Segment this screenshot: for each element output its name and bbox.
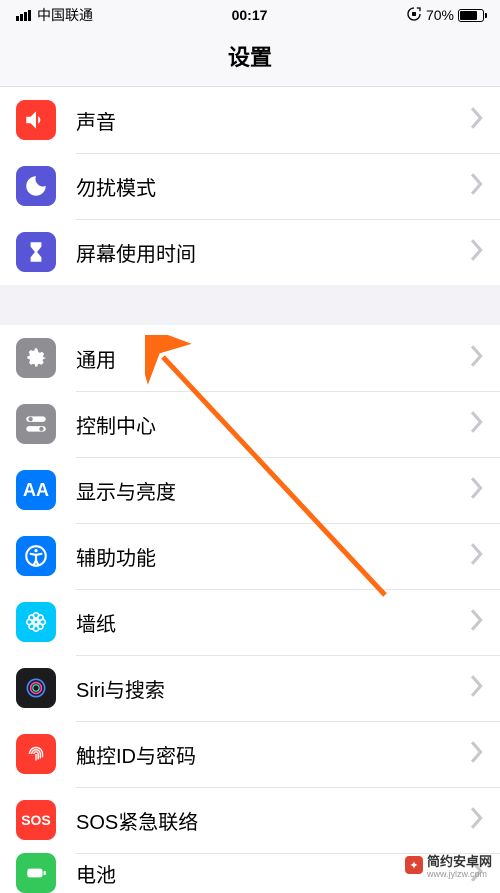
sos-label: SOS紧急联络 bbox=[76, 806, 470, 835]
watermark-url: www.jylzw.com bbox=[427, 870, 492, 879]
chevron-right-icon bbox=[470, 807, 484, 834]
wallpaper-label: 墙纸 bbox=[76, 608, 470, 637]
switches-icon bbox=[16, 404, 56, 444]
chevron-right-icon bbox=[470, 675, 484, 702]
chevron-right-icon bbox=[470, 107, 484, 134]
sounds-label: 声音 bbox=[76, 106, 470, 135]
carrier-label: 中国联通 bbox=[37, 5, 93, 25]
dnd-label: 勿扰模式 bbox=[76, 172, 470, 201]
status-left: 中国联通 bbox=[16, 5, 93, 25]
battery-percent: 70% bbox=[426, 7, 454, 23]
control-center-label: 控制中心 bbox=[76, 410, 470, 439]
status-time: 00:17 bbox=[232, 7, 268, 23]
status-bar: 中国联通 00:17 70% bbox=[0, 0, 500, 30]
sos-row[interactable]: SOS SOS紧急联络 bbox=[0, 787, 500, 853]
chevron-right-icon bbox=[470, 477, 484, 504]
accessibility-label: 辅助功能 bbox=[76, 542, 470, 571]
siri-icon bbox=[16, 668, 56, 708]
chevron-right-icon bbox=[470, 239, 484, 266]
watermark-logo-icon: ✦ bbox=[405, 856, 423, 874]
sounds-row[interactable]: 声音 bbox=[0, 87, 500, 153]
chevron-right-icon bbox=[470, 741, 484, 768]
text-size-icon: AA bbox=[16, 470, 56, 510]
section-gap bbox=[0, 285, 500, 325]
dnd-row[interactable]: 勿扰模式 bbox=[0, 153, 500, 219]
chevron-right-icon bbox=[470, 411, 484, 438]
gear-icon bbox=[16, 338, 56, 378]
rotation-lock-icon bbox=[406, 6, 422, 25]
touchid-label: 触控ID与密码 bbox=[76, 740, 470, 769]
sos-icon: SOS bbox=[16, 800, 56, 840]
hourglass-icon bbox=[16, 232, 56, 272]
signal-icon bbox=[16, 10, 31, 21]
display-row[interactable]: AA 显示与亮度 bbox=[0, 457, 500, 523]
chevron-right-icon bbox=[470, 609, 484, 636]
screentime-row[interactable]: 屏幕使用时间 bbox=[0, 219, 500, 285]
sounds-icon bbox=[16, 100, 56, 140]
siri-label: Siri与搜索 bbox=[76, 674, 470, 703]
settings-section-1: 声音 勿扰模式 屏幕使用时间 bbox=[0, 87, 500, 285]
watermark-text: 简约安卓网 bbox=[427, 851, 492, 870]
display-label: 显示与亮度 bbox=[76, 476, 470, 505]
page-title: 设置 bbox=[0, 30, 500, 87]
settings-section-2: 通用 控制中心 AA 显示与亮度 辅助功能 墙纸 Siri与搜索 bbox=[0, 325, 500, 893]
wallpaper-row[interactable]: 墙纸 bbox=[0, 589, 500, 655]
battery-icon bbox=[458, 9, 484, 22]
siri-row[interactable]: Siri与搜索 bbox=[0, 655, 500, 721]
fingerprint-icon bbox=[16, 734, 56, 774]
flower-icon bbox=[16, 602, 56, 642]
touchid-row[interactable]: 触控ID与密码 bbox=[0, 721, 500, 787]
battery-icon bbox=[16, 853, 56, 893]
accessibility-row[interactable]: 辅助功能 bbox=[0, 523, 500, 589]
moon-icon bbox=[16, 166, 56, 206]
general-row[interactable]: 通用 bbox=[0, 325, 500, 391]
control-center-row[interactable]: 控制中心 bbox=[0, 391, 500, 457]
chevron-right-icon bbox=[470, 543, 484, 570]
general-label: 通用 bbox=[76, 344, 470, 373]
screentime-label: 屏幕使用时间 bbox=[76, 238, 470, 267]
status-right: 70% bbox=[406, 6, 484, 25]
accessibility-icon bbox=[16, 536, 56, 576]
chevron-right-icon bbox=[470, 173, 484, 200]
watermark: ✦ 简约安卓网 www.jylzw.com bbox=[405, 851, 492, 879]
chevron-right-icon bbox=[470, 345, 484, 372]
